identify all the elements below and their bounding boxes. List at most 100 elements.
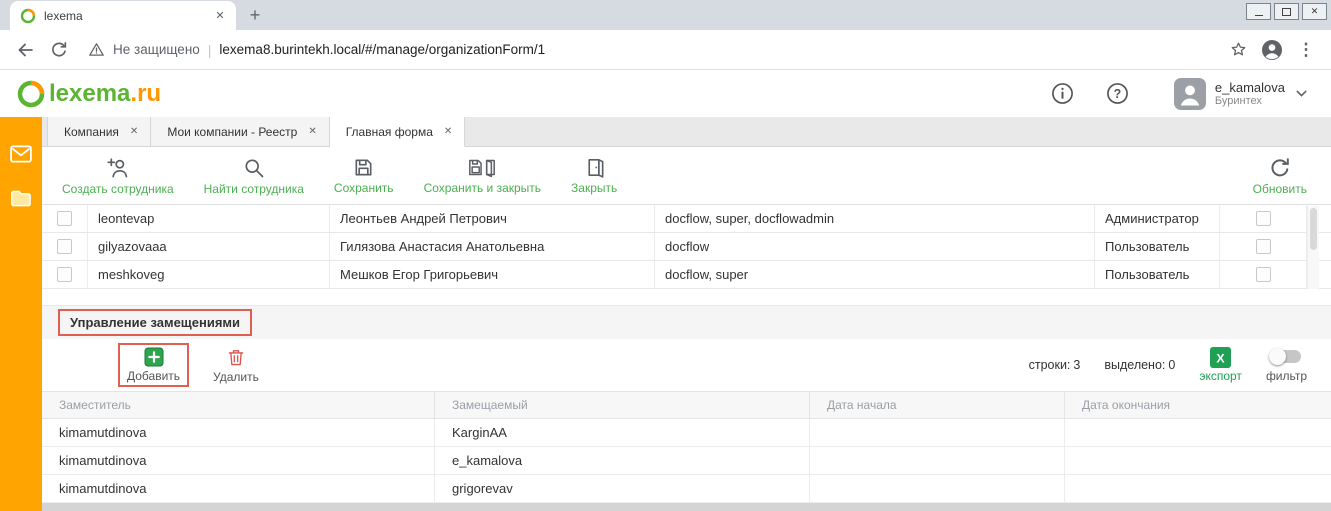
url-separator: | <box>208 42 212 58</box>
folder-icon[interactable] <box>10 189 32 208</box>
svg-text:X: X <box>1217 351 1226 365</box>
vertical-scrollbar[interactable] <box>1307 206 1319 289</box>
cell-date-start <box>810 447 1065 474</box>
maximize-button[interactable] <box>1274 3 1299 20</box>
substitution-row[interactable]: kimamutdinova grigorevav <box>42 475 1331 503</box>
add-person-icon <box>106 156 130 180</box>
minimize-button[interactable] <box>1246 3 1271 20</box>
horizontal-scrollbar[interactable] <box>42 503 1331 511</box>
cell-date-end <box>1065 447 1331 474</box>
tab-close-icon[interactable]: ✕ <box>308 126 316 137</box>
delete-button[interactable]: Удалить <box>213 347 259 384</box>
browser-tab[interactable]: lexema ✕ <box>10 1 236 30</box>
row-flag-checkbox[interactable] <box>1256 267 1271 282</box>
row-checkbox[interactable] <box>57 267 72 282</box>
user-name: e_kamalova <box>1215 80 1285 95</box>
toggle-knob <box>1269 348 1286 365</box>
new-tab-button[interactable]: + <box>242 2 268 28</box>
bookmark-star-icon[interactable] <box>1223 35 1253 65</box>
column-header-date-end[interactable]: Дата окончания <box>1065 392 1331 418</box>
excel-icon: X <box>1210 347 1231 368</box>
window-close-button[interactable]: ✕ <box>1302 3 1327 20</box>
close-form-button[interactable]: Закрыть <box>571 156 617 195</box>
cell-date-end <box>1065 419 1331 446</box>
cell-role-type: Пользователь <box>1095 233 1220 260</box>
cell-role-type: Пользователь <box>1095 261 1220 288</box>
save-and-close-button[interactable]: Сохранить и закрыть <box>424 156 541 195</box>
refresh-button[interactable]: Обновить <box>1253 156 1307 196</box>
search-icon <box>242 156 266 180</box>
cell-date-end <box>1065 475 1331 502</box>
tab-close-icon[interactable]: ✕ <box>130 126 138 137</box>
browser-profile-avatar[interactable] <box>1257 35 1287 65</box>
cell-roles: docflow, super <box>655 261 1095 288</box>
filter-toggle[interactable]: фильтр <box>1266 347 1307 383</box>
table-header-row: Заместитель Замещаемый Дата начала Дата … <box>42 391 1331 419</box>
save-and-close-icon <box>467 156 497 179</box>
door-close-icon <box>583 156 606 179</box>
mail-icon[interactable] <box>10 145 32 163</box>
cell-substituted: grigorevav <box>435 475 810 502</box>
window-controls: ✕ <box>1246 3 1327 20</box>
row-flag-checkbox[interactable] <box>1256 239 1271 254</box>
app-header: lexema.ru ? <box>0 70 1331 117</box>
svg-text:?: ? <box>1114 87 1122 101</box>
browser-address-bar: Не защищено | lexema8.burintekh.local/#/… <box>0 30 1331 70</box>
substitution-row[interactable]: kimamutdinova e_kamalova <box>42 447 1331 475</box>
user-avatar <box>1174 78 1206 110</box>
column-header-substitute[interactable]: Заместитель <box>42 392 435 418</box>
cell-date-start <box>810 419 1065 446</box>
cell-login: leontevap <box>88 205 330 232</box>
reload-button[interactable] <box>44 35 74 65</box>
user-org: Буринтех <box>1215 95 1285 107</box>
address-bar[interactable]: Не защищено | lexema8.burintekh.local/#/… <box>78 41 1219 58</box>
column-header-date-start[interactable]: Дата начала <box>810 392 1065 418</box>
browser-menu-icon[interactable]: ⋮ <box>1291 35 1321 65</box>
row-flag-checkbox[interactable] <box>1256 211 1271 226</box>
employees-table: leontevap Леонтьев Андрей Петрович docfl… <box>42 204 1331 289</box>
cell-login: meshkoveg <box>88 261 330 288</box>
cell-login: gilyazovaaa <box>88 233 330 260</box>
substitution-row[interactable]: kimamutdinova KarginAA <box>42 419 1331 447</box>
info-icon[interactable] <box>1050 81 1075 106</box>
selected-count: выделено:0 <box>1104 358 1175 372</box>
save-icon <box>352 156 375 179</box>
cell-date-start <box>810 475 1065 502</box>
main-content: Компания ✕ Мои компании - Реестр ✕ Главн… <box>42 117 1331 511</box>
scrollbar-thumb[interactable] <box>1310 208 1317 250</box>
user-menu[interactable]: e_kamalova Буринтех <box>1174 78 1309 110</box>
row-checkbox[interactable] <box>57 239 72 254</box>
security-label: Не защищено <box>113 42 200 57</box>
employee-row[interactable]: meshkoveg Мешков Егор Григорьевич docflo… <box>42 261 1331 289</box>
substitutions-toolbar: Добавить Удалить строки:3 выделено:0 <box>42 339 1331 391</box>
tab-company[interactable]: Компания ✕ <box>47 117 151 146</box>
back-button[interactable] <box>10 35 40 65</box>
toggle-switch-off[interactable] <box>1271 350 1301 363</box>
url-text: lexema8.burintekh.local/#/manage/organiz… <box>219 42 545 57</box>
lexema-logo[interactable]: lexema.ru <box>16 79 161 109</box>
tab-close-icon[interactable]: ✕ <box>444 126 452 137</box>
employee-row[interactable]: gilyazovaaa Гилязова Анастасия Анатольев… <box>42 233 1331 261</box>
refresh-icon <box>1268 156 1292 180</box>
help-icon[interactable]: ? <box>1105 81 1130 106</box>
tab-close-icon[interactable]: ✕ <box>212 8 228 24</box>
cell-substituted: e_kamalova <box>435 447 810 474</box>
create-employee-button[interactable]: Создать сотрудника <box>62 156 174 196</box>
lexema-logo-icon <box>16 79 46 109</box>
row-checkbox[interactable] <box>57 211 72 226</box>
form-toolbar: Создать сотрудника Найти сотрудника <box>42 147 1331 204</box>
cell-fullname: Гилязова Анастасия Анатольевна <box>330 233 655 260</box>
add-button[interactable]: Добавить <box>118 343 189 387</box>
employee-row[interactable]: leontevap Леонтьев Андрей Петрович docfl… <box>42 205 1331 233</box>
section-title: Управление замещениями <box>58 309 252 336</box>
find-employee-button[interactable]: Найти сотрудника <box>204 156 304 196</box>
tab-my-companies-registry[interactable]: Мои компании - Реестр ✕ <box>151 117 329 146</box>
sidebar <box>0 117 42 511</box>
cell-roles: docflow <box>655 233 1095 260</box>
cell-substitute: kimamutdinova <box>42 419 435 446</box>
tab-main-form[interactable]: Главная форма ✕ <box>330 117 466 147</box>
export-button[interactable]: X экспорт <box>1199 347 1242 383</box>
column-header-substituted[interactable]: Замещаемый <box>435 392 810 418</box>
save-button[interactable]: Сохранить <box>334 156 394 195</box>
chevron-down-icon <box>1294 86 1309 101</box>
